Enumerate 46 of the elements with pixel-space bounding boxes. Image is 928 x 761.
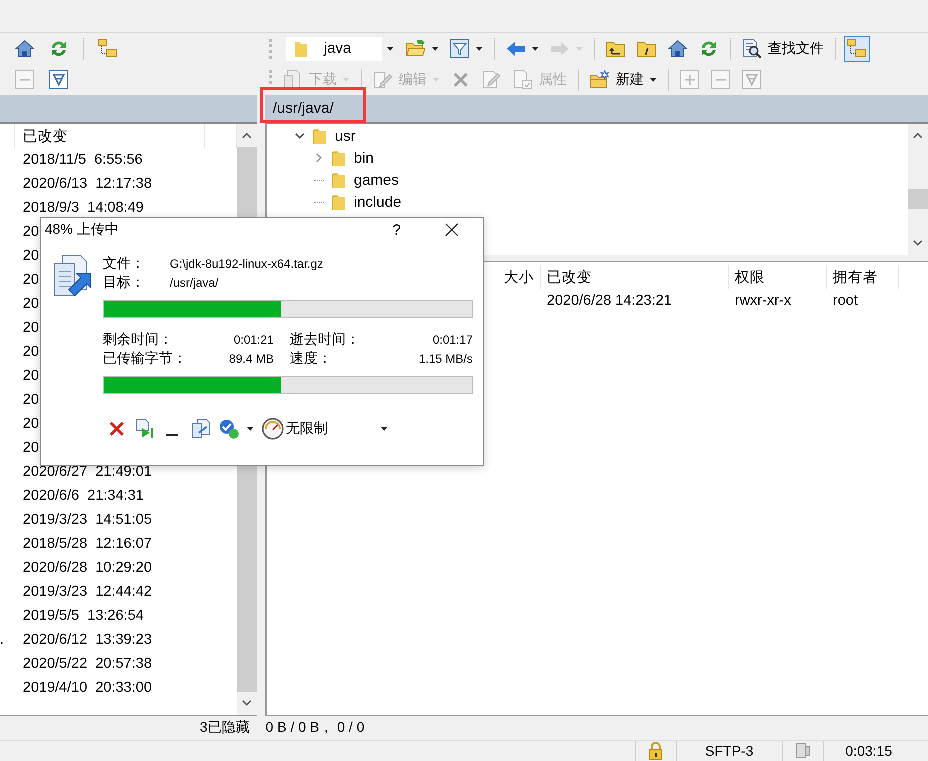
stat-label: 剩余时间：	[103, 330, 174, 348]
path-text: /usr/java/	[272, 100, 334, 117]
stat-label: 速度：	[290, 349, 333, 368]
table-cell: 20	[23, 368, 40, 384]
field-label: 文件：	[103, 254, 146, 272]
field-value: /usr/java/	[170, 276, 220, 290]
table-cell: 20	[23, 224, 40, 240]
status-text: 3已隐藏	[200, 719, 250, 737]
table-cell: 2019/3/23 12:44:42	[23, 584, 152, 600]
dropdown-value: java	[324, 40, 353, 57]
protocol-text: SFTP-3	[705, 743, 754, 759]
table-cell: 2018/11/5 6:55:56	[23, 152, 143, 168]
table-cell: 2020/6/13 12:17:38	[23, 176, 152, 192]
stat-value: 89.4 MB	[228, 350, 275, 368]
table-cell: 2020/6/12 13:39:23	[23, 632, 152, 648]
table-cell: 20	[23, 296, 40, 312]
elapsed-time: 0:03:15	[846, 743, 892, 759]
table-cell: 2019/4/10 20:33:00	[23, 680, 152, 696]
status-text: 0 B / 0 B， 0 / 0	[266, 719, 365, 737]
table-cell: 20	[23, 272, 40, 288]
table-cell: 2019/5/5 13:26:54	[23, 608, 144, 624]
field-label: 目标：	[103, 274, 146, 292]
table-cell-text: .	[0, 631, 6, 650]
table-cell: 20	[23, 440, 40, 456]
table-cell: 2018/5/28 12:16:07	[23, 536, 152, 552]
table-cell: 20	[23, 344, 40, 360]
table-cell: 2020/6/6 21:34:31	[23, 488, 144, 504]
table-cell: 2018/9/3 14:08:49	[23, 200, 144, 216]
stat-value: 0:01:17	[432, 332, 473, 348]
table-cell: 20	[23, 392, 40, 408]
stat-label: 逝去时间：	[290, 330, 361, 348]
table-cell: 20	[23, 416, 40, 432]
table-cell: 2020/6/27 21:49:01	[23, 464, 152, 480]
table-cell-text: root	[832, 292, 859, 311]
table-cell: 2020/6/28 10:29:20	[23, 560, 152, 576]
dialog-title: 48% 上传中	[45, 221, 120, 239]
table-cell: 20	[23, 320, 40, 336]
table-cell: 2019/3/23 14:51:05	[23, 512, 152, 528]
stat-label: 已传输字节：	[103, 349, 188, 368]
table-cell-text: 2020/6/28 14:23:21	[546, 292, 673, 311]
table-cell-text: rwxr-xr-x	[734, 292, 792, 311]
table-cell: 2020/5/22 20:57:38	[23, 656, 152, 672]
table-cell: 20	[23, 248, 40, 264]
stat-value: 0:01:21	[232, 332, 275, 348]
stat-value: 1.15 MB/s	[418, 350, 473, 368]
field-value: G:\jdk-8u192-linux-x64.tar.gz	[170, 256, 324, 270]
